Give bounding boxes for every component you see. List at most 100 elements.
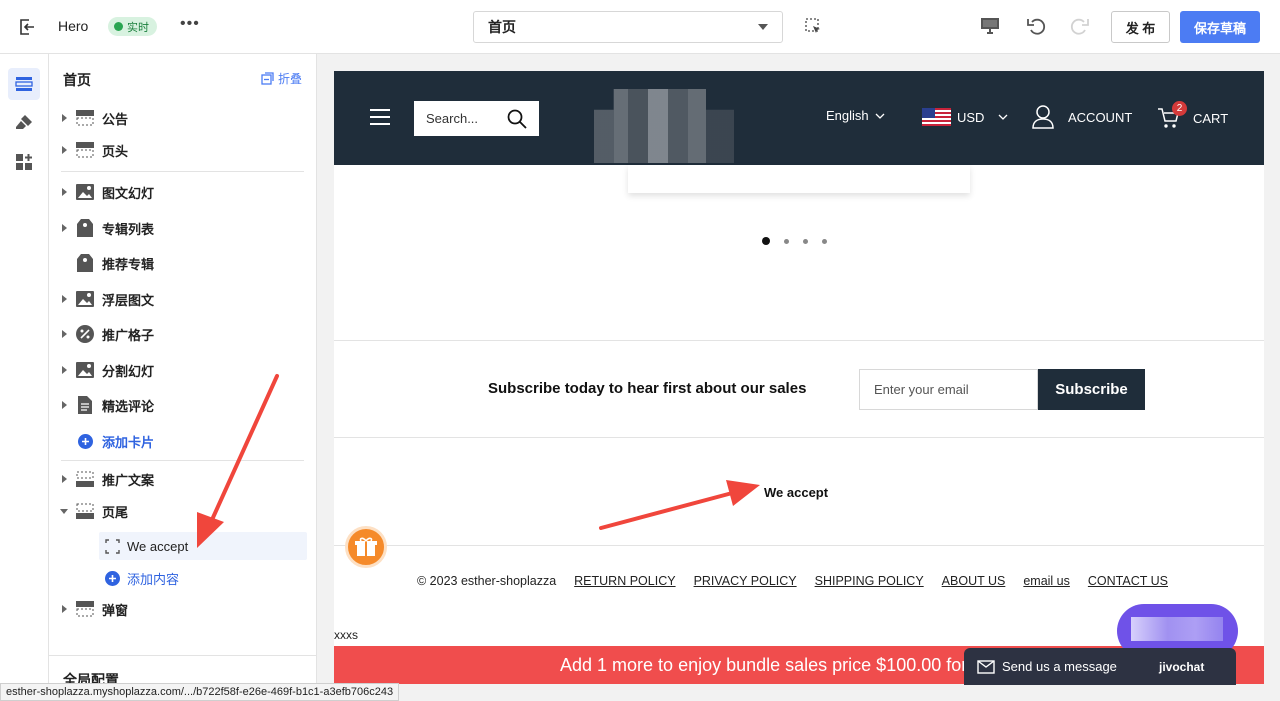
chevron-down-icon — [875, 113, 885, 119]
apps-icon[interactable] — [8, 146, 40, 178]
desktop-icon[interactable] — [980, 17, 1000, 35]
cart-link[interactable]: CART — [1157, 107, 1228, 129]
slide-dot[interactable] — [822, 238, 827, 244]
expand-arrow-icon[interactable] — [62, 295, 67, 303]
footer-link-contact-us[interactable]: CONTACT US — [1088, 574, 1168, 588]
jivochat-brand: jivochat — [1159, 659, 1205, 674]
document-icon — [76, 396, 94, 414]
tree-item-announcement[interactable]: 公告 — [49, 104, 316, 132]
tree-item-label: 浮层图文 — [102, 292, 155, 308]
status-dot-icon — [114, 22, 123, 31]
page-selector[interactable]: 首页 — [473, 11, 783, 43]
divider — [49, 655, 316, 656]
add-section-label: 添加卡片 — [102, 434, 155, 450]
save-draft-button[interactable]: 保存草稿 — [1180, 11, 1260, 43]
slide-dot[interactable] — [803, 238, 808, 244]
copyright-text: © 2023 esther-shoplazza — [417, 574, 557, 588]
tree-item-label: 专辑列表 — [102, 221, 155, 237]
header-section-icon — [76, 109, 94, 127]
plus-circle-icon — [76, 432, 94, 450]
left-rail — [0, 54, 49, 701]
collapse-arrow-icon[interactable] — [60, 508, 68, 514]
divider — [61, 171, 304, 172]
search-placeholder: Search... — [426, 111, 479, 126]
sections-icon[interactable] — [8, 68, 40, 100]
collapse-icon — [261, 72, 274, 85]
tree-item-image-overlay[interactable]: 浮层图文 — [49, 285, 316, 313]
tree-item-we-accept[interactable]: We accept — [99, 532, 307, 560]
slideshow-pagination — [762, 237, 827, 245]
store-preview: Search... English USD ACCOUNT CART 2 Sub… — [334, 71, 1264, 684]
expand-arrow-icon[interactable] — [62, 224, 67, 232]
image-icon — [76, 183, 94, 201]
tree-item-promo-text[interactable]: 推广文案 — [49, 465, 316, 493]
tree-item-slideshow[interactable]: 图文幻灯 — [49, 178, 316, 206]
collapse-button[interactable]: 折叠 — [261, 70, 302, 87]
plus-circle-icon — [103, 569, 121, 587]
gift-icon[interactable] — [345, 526, 387, 568]
tree-item-label: 图文幻灯 — [102, 185, 155, 201]
tree-item-promo-grid[interactable]: 推广格子 — [49, 320, 316, 348]
footer-link-email-us[interactable]: email us — [1023, 574, 1070, 588]
redo-icon[interactable] — [1068, 15, 1090, 37]
search-icon[interactable] — [507, 109, 527, 129]
page-selector-value: 首页 — [488, 19, 516, 35]
expand-arrow-icon[interactable] — [62, 605, 67, 613]
expand-arrow-icon[interactable] — [62, 114, 67, 122]
account-link[interactable]: ACCOUNT — [1032, 105, 1132, 129]
slide-dot-active[interactable] — [762, 237, 770, 245]
editor-topbar: Hero 实时 ••• 首页 发 布 保存草稿 — [0, 0, 1280, 54]
expand-arrow-icon[interactable] — [62, 401, 67, 409]
tree-item-collection-list[interactable]: 专辑列表 — [49, 214, 316, 242]
newsletter-email-input[interactable]: Enter your email — [859, 369, 1038, 410]
chat-message-label: Send us a message — [1002, 659, 1117, 674]
store-header: Search... English USD ACCOUNT CART 2 — [334, 71, 1264, 165]
add-section-button[interactable]: 添加卡片 — [49, 427, 316, 455]
browser-status-url: esther-shoplazza.myshoplazza.com/.../b72… — [0, 683, 400, 701]
image-icon — [76, 361, 94, 379]
header-section-icon — [76, 141, 94, 159]
currency-selector[interactable]: USD — [922, 108, 1008, 126]
jivochat-widget[interactable]: Send us a message jivochat — [964, 648, 1236, 685]
subscribe-button[interactable]: Subscribe — [1038, 369, 1145, 410]
expand-arrow-icon[interactable] — [62, 146, 67, 154]
expand-arrow-icon[interactable] — [62, 366, 67, 374]
store-logo[interactable] — [594, 89, 734, 163]
footer-section-icon — [76, 502, 94, 520]
publish-button[interactable]: 发 布 — [1111, 11, 1170, 43]
hamburger-icon[interactable] — [370, 109, 390, 125]
footer-link-shipping-policy[interactable]: SHIPPING POLICY — [815, 574, 924, 588]
tree-item-label: 推广文案 — [102, 472, 155, 488]
tree-item-footer[interactable]: 页尾 — [49, 497, 316, 525]
tree-item-label: We accept — [127, 538, 189, 554]
more-options-button[interactable]: ••• — [180, 15, 200, 33]
tree-item-split-slideshow[interactable]: 分割幻灯 — [49, 356, 316, 384]
tree-item-header[interactable]: 页头 — [49, 136, 316, 164]
expand-arrow-icon[interactable] — [62, 330, 67, 338]
language-selector[interactable]: English — [826, 108, 885, 123]
theme-brush-icon[interactable] — [8, 107, 40, 139]
add-content-button[interactable]: 添加内容 — [99, 564, 307, 592]
store-search-box[interactable]: Search... — [414, 101, 539, 136]
percent-icon — [76, 325, 94, 343]
tree-item-reviews[interactable]: 精选评论 — [49, 391, 316, 419]
footer-link-privacy-policy[interactable]: PRIVACY POLICY — [694, 574, 797, 588]
undo-icon[interactable] — [1026, 15, 1048, 37]
slide-dot[interactable] — [784, 238, 789, 244]
footer-link-about-us[interactable]: ABOUT US — [942, 574, 1006, 588]
image-icon — [76, 290, 94, 308]
tree-item-label: 页尾 — [102, 504, 129, 520]
tree-item-featured-collection[interactable]: 推荐专辑 — [49, 249, 316, 277]
expand-arrow-icon[interactable] — [62, 475, 67, 483]
footer-links: © 2023 esther-shoplazza RETURN POLICY PR… — [417, 574, 1168, 588]
tree-item-popup[interactable]: 弹窗 — [49, 595, 316, 623]
footer-link-return-policy[interactable]: RETURN POLICY — [574, 574, 675, 588]
add-content-label: 添加内容 — [127, 571, 180, 587]
select-element-icon[interactable] — [805, 18, 822, 35]
live-badge: 实时 — [108, 17, 157, 36]
tree-item-label: 弹窗 — [102, 602, 129, 618]
exit-icon[interactable] — [16, 16, 38, 38]
expand-arrow-icon[interactable] — [62, 188, 67, 196]
us-flag-icon — [922, 108, 951, 126]
tree-item-label: 分割幻灯 — [102, 363, 155, 379]
